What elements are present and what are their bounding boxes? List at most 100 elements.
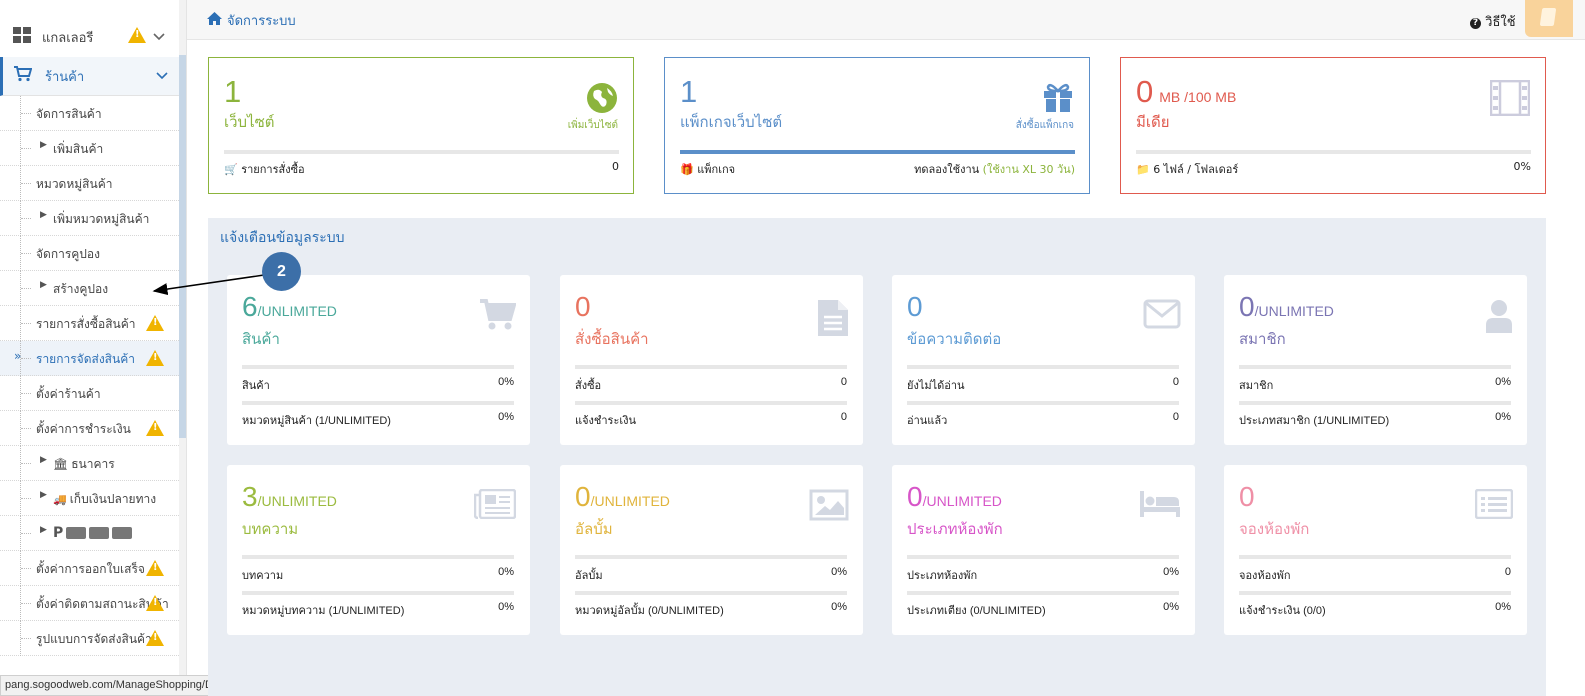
stat-card[interactable]: 3/UNLIMITED บทความ บทความ 0% หมวดหมู่บทความ … — [227, 465, 530, 635]
chevron-down-icon — [153, 30, 165, 45]
stat-row-label: ยังไม่ได้อ่าน — [907, 380, 965, 392]
sidebar-subitem[interactable]: หมวดหมู่สินค้า — [0, 166, 179, 201]
summary-card-progress — [1136, 150, 1531, 154]
sidebar: แกลเลอรี ร้านค้า จัดการสินค้า ▶ เพิ่มสินค้… — [0, 0, 187, 696]
sidebar-subitem-text: รายการสั่งซื้อสินค้า — [36, 317, 136, 331]
folder-icon: 📁 — [1136, 163, 1150, 176]
sidebar-subitem[interactable]: จัดการสินค้า — [0, 96, 179, 131]
stat-card[interactable]: 0/UNLIMITED อัลบั้ม อัลบั้ม 0% หมวดหมู่อัลบั… — [560, 465, 863, 635]
tree-line — [20, 201, 34, 236]
footer-label: 6 ไฟล์ / โฟลเดอร์ — [1153, 163, 1239, 176]
stat-card-title: ประเภทห้องพัก — [907, 520, 1003, 538]
summary-card-link[interactable]: สั่งซื้อแพ็กเกจ — [1016, 118, 1074, 133]
caret-right-icon: ▶ — [40, 455, 47, 465]
sidebar-subitem[interactable]: ตั้งค่าติดตามสถานะสินค้า — [0, 586, 179, 621]
stat-card-progress — [1239, 365, 1511, 369]
summary-card-link[interactable]: เพิ่มเว็บไซต์ — [568, 118, 618, 133]
sidebar-subitem[interactable]: ตั้งค่าร้านค้า — [0, 376, 179, 411]
guide-book-button[interactable] — [1525, 0, 1573, 37]
stat-row-value: 0% — [1163, 601, 1179, 613]
sidebar-subitem[interactable]: รูปแบบการจัดส่งสินค้า — [0, 621, 179, 656]
sidebar-subitem-label: ตั้งค่าการออกใบเสร็จ — [36, 560, 145, 579]
stat-card-row: อ่านแล้ว 0 — [907, 411, 1179, 429]
stat-card[interactable]: 0 สั่งซื้อสินค้า สั่งซื้อ 0 แจ้งชำระเงิน 0 — [560, 275, 863, 445]
sidebar-subitem[interactable]: ▶ P — [0, 516, 179, 551]
sidebar-subitem[interactable]: จัดการคูปอง — [0, 236, 179, 271]
summary-card-progress — [224, 150, 619, 154]
stat-card-row: จองห้องพัก 0 — [1239, 566, 1511, 584]
picture-icon — [809, 489, 849, 525]
tree-line — [20, 516, 34, 551]
sidebar-item-home[interactable] — [0, 0, 179, 10]
summary-card-value: 1 — [680, 74, 698, 109]
caret-right-icon: ▶ — [40, 525, 47, 535]
stat-card-row: บทความ 0% — [242, 566, 514, 584]
tree-line — [20, 551, 34, 586]
help-link[interactable]: ? วิธีใช้ — [1470, 11, 1516, 32]
stat-row-label: หมวดหมู่บทความ (1/UNLIMITED) — [242, 605, 405, 617]
summary-card-footer: 🎁 แพ็กเกจ ทดลองใช้งาน (ใช้งาน XL 30 วัน) — [680, 160, 1075, 178]
sidebar-subitem[interactable]: ▶ เพิ่มสินค้า — [0, 131, 179, 166]
warning-icon — [146, 315, 164, 334]
stat-card[interactable]: 0 ข้อความติดต่อ ยังไม่ได้อ่าน 0 อ่านแล้ว 0 — [892, 275, 1195, 445]
paypal-icon: P — [53, 525, 64, 541]
sidebar-subitem[interactable]: » รายการจัดส่งสินค้า — [0, 341, 179, 376]
stat-row-value: 0% — [831, 601, 847, 613]
footer-value: 0 — [612, 160, 619, 173]
stat-card[interactable]: 0 จองห้องพัก จองห้องพัก 0 แจ้งชำระเงิน (0/0)… — [1224, 465, 1527, 635]
stat-card-progress — [1239, 591, 1511, 595]
sidebar-subitem-label: ตั้งค่าการชำระเงิน — [36, 420, 131, 439]
summary-card-unit: MB /100 MB — [1159, 89, 1237, 105]
summary-card-progress — [680, 150, 1075, 154]
warning-icon — [146, 630, 164, 649]
sidebar-subitem[interactable]: ตั้งค่าการชำระเงิน — [0, 411, 179, 446]
stat-card-row: สมาชิก 0% — [1239, 376, 1511, 394]
breadcrumb-label: จัดการระบบ — [227, 14, 296, 29]
sidebar-subitem-label: 🚚 เก็บเงินปลายทาง — [53, 490, 156, 509]
stat-card[interactable]: 0/UNLIMITED สมาชิก สมาชิก 0% ประเภทสมาชิก (1… — [1224, 275, 1527, 445]
sidebar-item-shop[interactable]: ร้านค้า — [0, 57, 179, 96]
stat-row-value: 0 — [1504, 566, 1511, 578]
stat-card-title: ข้อความติดต่อ — [907, 330, 1002, 348]
stat-card[interactable]: 0/UNLIMITED ประเภทห้องพัก ประเภทห้องพัก 0% ป… — [892, 465, 1195, 635]
sidebar-subitem[interactable]: ตั้งค่าการออกใบเสร็จ — [0, 551, 179, 586]
globe-icon — [586, 82, 618, 118]
warning-icon — [128, 27, 146, 47]
stat-card-unit: /UNLIMITED — [590, 493, 670, 509]
alert-panel-title: แจ้งเตือนข้อมูลระบบ — [220, 230, 345, 246]
sidebar-scrollbar[interactable] — [179, 0, 186, 696]
scrollbar-thumb[interactable] — [179, 55, 186, 438]
caret-right-icon: ▶ — [40, 280, 47, 290]
sidebar-item-gallery[interactable]: แกลเลอรี — [0, 18, 179, 56]
stat-card-title: จองห้องพัก — [1239, 520, 1310, 538]
warning-icon — [146, 595, 164, 614]
summary-card-title: มีเดีย — [1136, 113, 1170, 131]
sidebar-subitem[interactable]: ▶ 🏛 ธนาคาร — [0, 446, 179, 481]
sidebar-subitem[interactable]: ▶ 🚚 เก็บเงินปลายทาง — [0, 481, 179, 516]
breadcrumb[interactable]: จัดการระบบ — [206, 10, 296, 31]
stat-card-row: หมวดหมู่อัลบั้ม (0/UNLIMITED) 0% — [575, 601, 847, 619]
stat-row-value: 0% — [498, 411, 514, 423]
sidebar-subitem[interactable]: ▶ เพิ่มหมวดหมู่สินค้า — [0, 201, 179, 236]
stat-card-progress — [575, 365, 847, 369]
sidebar-subitem-text: ตั้งค่าการออกใบเสร็จ — [36, 562, 145, 576]
stat-row-value: 0% — [1495, 411, 1511, 423]
sidebar-item-label: ร้านค้า — [45, 69, 85, 85]
stat-card[interactable]: 6/UNLIMITED สินค้า สินค้า 0% หมวดหมู่สินค้า … — [227, 275, 530, 445]
tree-line — [20, 481, 34, 516]
sidebar-subitem[interactable]: ▶ สร้างคูปอง — [0, 271, 179, 306]
stat-card-value: 0/UNLIMITED — [1239, 291, 1334, 322]
sidebar-subitem-label: 🏛 ธนาคาร — [53, 455, 115, 474]
stat-card-row: ประเภทสมาชิก (1/UNLIMITED) 0% — [1239, 411, 1511, 429]
tree-line — [20, 271, 34, 306]
sidebar-subitem[interactable]: รายการสั่งซื้อสินค้า — [0, 306, 179, 341]
stat-card-progress — [575, 555, 847, 559]
stat-card-row: หมวดหมู่สินค้า (1/UNLIMITED) 0% — [242, 411, 514, 429]
stat-card-progress — [575, 591, 847, 595]
sidebar-subitem-label: รูปแบบการจัดส่งสินค้า — [36, 630, 152, 649]
tree-line — [20, 586, 34, 621]
sidebar-subitem-label: สร้างคูปอง — [53, 280, 108, 299]
tree-line — [20, 446, 34, 481]
stat-row-label: บทความ — [242, 570, 284, 582]
stat-card-progress — [575, 401, 847, 405]
